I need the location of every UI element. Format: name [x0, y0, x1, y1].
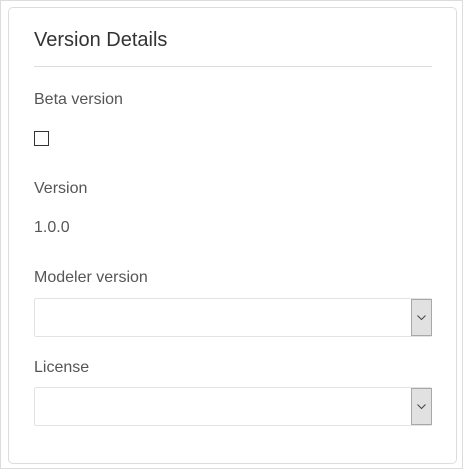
modeler-version-label: Modeler version	[34, 269, 148, 286]
license-dropdown-button[interactable]	[411, 388, 432, 425]
panel-title: Version Details	[34, 29, 168, 51]
version-label: Version	[34, 180, 88, 197]
modeler-version-select[interactable]	[34, 298, 432, 337]
chevron-down-icon	[417, 403, 426, 409]
license-label: License	[34, 359, 90, 376]
chevron-down-icon	[417, 314, 426, 320]
license-select[interactable]	[34, 387, 432, 426]
beta-version-label: Beta version	[34, 91, 123, 108]
version-value: 1.0.0	[34, 219, 70, 236]
modeler-version-dropdown-button[interactable]	[411, 299, 432, 336]
divider	[34, 66, 432, 67]
beta-version-checkbox[interactable]	[34, 131, 49, 146]
